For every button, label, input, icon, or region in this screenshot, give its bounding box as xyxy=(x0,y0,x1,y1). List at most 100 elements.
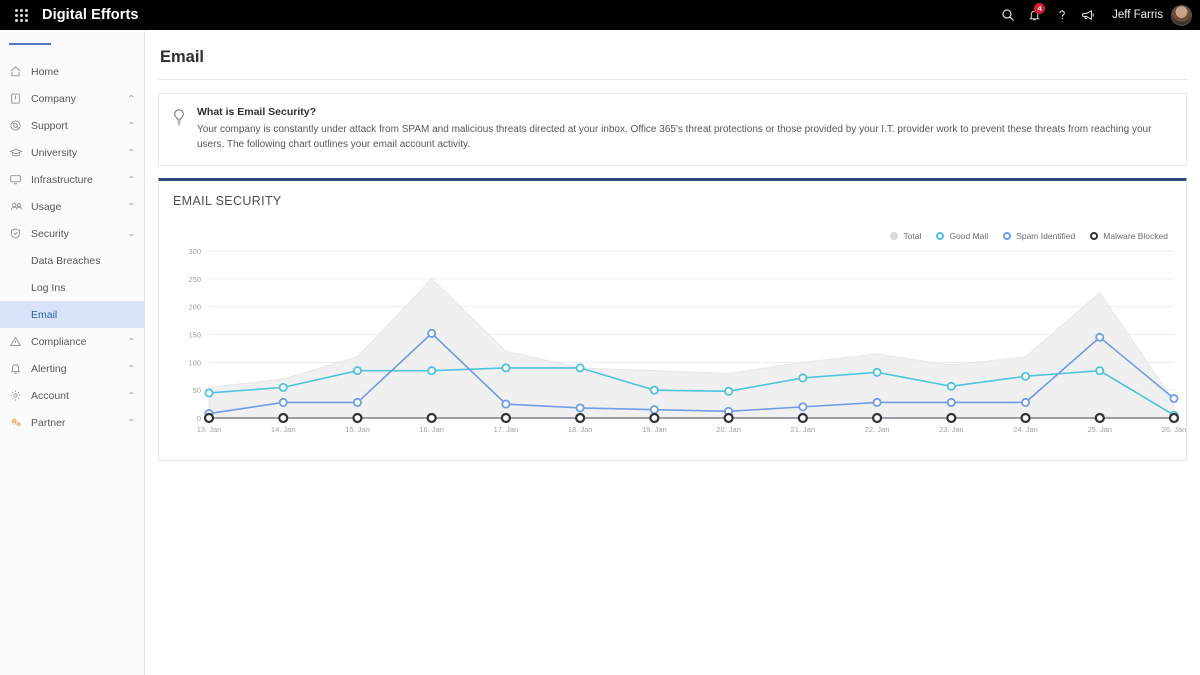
data-point xyxy=(1169,394,1179,404)
data-point xyxy=(946,412,957,424)
chevron-up-icon[interactable]: ⌃ xyxy=(127,418,136,427)
data-point xyxy=(872,367,882,377)
page-title: Email xyxy=(160,48,205,66)
y-axis-tick-label: 100 xyxy=(188,358,201,367)
megaphone-icon[interactable] xyxy=(1075,0,1102,30)
data-point xyxy=(203,412,215,424)
graduation-cap-icon xyxy=(9,146,31,159)
data-point xyxy=(1021,371,1031,381)
sidebar-item-label: Infrastructure xyxy=(31,173,93,186)
x-axis-tick-label: 19. Jan xyxy=(642,425,667,434)
chevron-up-icon[interactable]: ⌃ xyxy=(127,202,136,211)
x-axis-tick-label: 16. Jan xyxy=(419,425,444,434)
chevron-up-icon[interactable]: ⌃ xyxy=(127,175,136,184)
sidebar-subitem-label: Data Breaches xyxy=(31,254,101,267)
building-icon xyxy=(9,92,31,105)
x-axis-tick-label: 22. Jan xyxy=(865,425,890,434)
data-point xyxy=(500,412,512,424)
legend-marker xyxy=(1003,232,1012,240)
app-launcher-icon[interactable] xyxy=(6,8,36,22)
x-axis-tick-label: 14. Jan xyxy=(271,425,296,434)
sidebar-item-infrastructure[interactable]: Infrastructure ⌃ xyxy=(0,166,144,193)
top-bar: Digital Efforts 4 Jeff Farris xyxy=(0,0,1200,30)
data-point xyxy=(426,412,437,424)
sidebar-item-alerting[interactable]: Alerting ⌃ xyxy=(0,355,144,382)
legend-item-spam-identified[interactable]: Spam Identified xyxy=(1003,231,1075,241)
data-point xyxy=(427,328,437,338)
sidebar-subitem-label: Log Ins xyxy=(31,281,66,294)
chevron-up-icon[interactable]: ⌃ xyxy=(127,121,136,130)
user-name[interactable]: Jeff Farris xyxy=(1112,9,1163,21)
sidebar-item-home[interactable]: Home xyxy=(0,58,144,85)
data-point xyxy=(798,373,808,383)
x-axis-tick-label: 25. Jan xyxy=(1087,425,1112,434)
chevron-down-icon[interactable]: ⌄ xyxy=(127,229,136,238)
legend-item-good-mail[interactable]: Good Mail xyxy=(936,231,988,241)
data-point xyxy=(946,397,956,407)
y-axis-tick-label: 50 xyxy=(193,386,201,395)
sidebar-item-label: University xyxy=(31,146,78,159)
shield-check-icon xyxy=(9,227,31,240)
chart-card: EMAIL SECURITY Total Good Mail Spam Iden… xyxy=(158,178,1187,461)
sidebar-item-label: Usage xyxy=(31,200,62,213)
data-point xyxy=(575,363,585,373)
sidebar-item-data-breaches[interactable]: Data Breaches xyxy=(0,247,144,274)
chevron-up-icon[interactable]: ⌃ xyxy=(127,391,136,400)
email-security-line-chart: 0 50 100 150 200 250 300 13. Jan 14. Jan 15. Jan 1… xyxy=(188,247,1186,434)
sidebar-toggle-icon[interactable] xyxy=(0,30,144,58)
x-axis-tick-label: 24. Jan xyxy=(1013,425,1038,434)
data-point xyxy=(1020,412,1031,424)
x-axis-tick-label: 15. Jan xyxy=(345,425,370,434)
sidebar-item-university[interactable]: University ⌃ xyxy=(0,139,144,166)
sidebar-item-email[interactable]: Email xyxy=(0,301,144,328)
data-point xyxy=(352,412,363,424)
brand-title: Digital Efforts xyxy=(42,7,139,23)
sidebar-item-label: Account xyxy=(31,389,69,402)
data-point xyxy=(1021,397,1031,407)
data-point xyxy=(946,381,956,391)
bell-icon[interactable]: 4 xyxy=(1021,0,1048,30)
bell-icon xyxy=(9,362,31,375)
help-icon[interactable] xyxy=(1048,0,1075,30)
info-body: What is Email Security? Your company is … xyxy=(197,106,1172,152)
chevron-up-icon[interactable]: ⌃ xyxy=(127,364,136,373)
sidebar-item-partner[interactable]: Partner ⌃ xyxy=(0,409,144,436)
data-point xyxy=(278,412,289,424)
series-area-total xyxy=(208,278,1175,419)
data-point xyxy=(649,412,660,424)
chart-title: EMAIL SECURITY xyxy=(173,194,282,208)
sidebar-item-log-ins[interactable]: Log Ins xyxy=(0,274,144,301)
legend-item-total[interactable]: Total xyxy=(890,231,921,241)
data-point xyxy=(1094,412,1105,424)
avatar[interactable] xyxy=(1171,4,1192,26)
lightbulb-icon xyxy=(171,106,197,152)
y-axis-tick-label: 0 xyxy=(197,414,201,423)
sidebar-item-compliance[interactable]: Compliance ⌃ xyxy=(0,328,144,355)
chart-plot-area: 0 50 100 150 200 250 300 13. Jan 14. Jan 15. Jan 1… xyxy=(159,243,1186,458)
chart-legend: Total Good Mail Spam Identified Malware … xyxy=(890,231,1168,241)
search-icon[interactable] xyxy=(994,0,1021,30)
partner-gears-icon xyxy=(9,416,31,429)
sidebar-item-security[interactable]: Security ⌄ xyxy=(0,220,144,247)
data-point xyxy=(427,366,437,376)
data-point xyxy=(649,385,659,395)
sidebar-item-account[interactable]: Account ⌃ xyxy=(0,382,144,409)
chevron-up-icon[interactable]: ⌃ xyxy=(127,148,136,157)
y-axis-tick-label: 150 xyxy=(188,331,201,340)
x-axis-tick-label: 18. Jan xyxy=(568,425,593,434)
sidebar-item-label: Home xyxy=(31,65,60,78)
x-axis-tick-label: 13. Jan xyxy=(197,425,222,434)
sidebar-item-support[interactable]: Support ⌃ xyxy=(0,112,144,139)
warning-triangle-icon xyxy=(9,335,31,348)
sidebar-item-company[interactable]: Company ⌃ xyxy=(0,85,144,112)
header-divider xyxy=(158,79,1187,80)
gear-icon xyxy=(9,389,31,402)
legend-item-malware-blocked[interactable]: Malware Blocked xyxy=(1090,231,1168,241)
sidebar-item-usage[interactable]: Usage ⌃ xyxy=(0,193,144,220)
y-axis-tick-label: 200 xyxy=(188,303,201,312)
legend-marker xyxy=(890,232,899,240)
data-point xyxy=(501,399,511,409)
chevron-up-icon[interactable]: ⌃ xyxy=(127,337,136,346)
chevron-up-icon[interactable]: ⌃ xyxy=(127,94,136,103)
data-point xyxy=(1095,366,1105,376)
